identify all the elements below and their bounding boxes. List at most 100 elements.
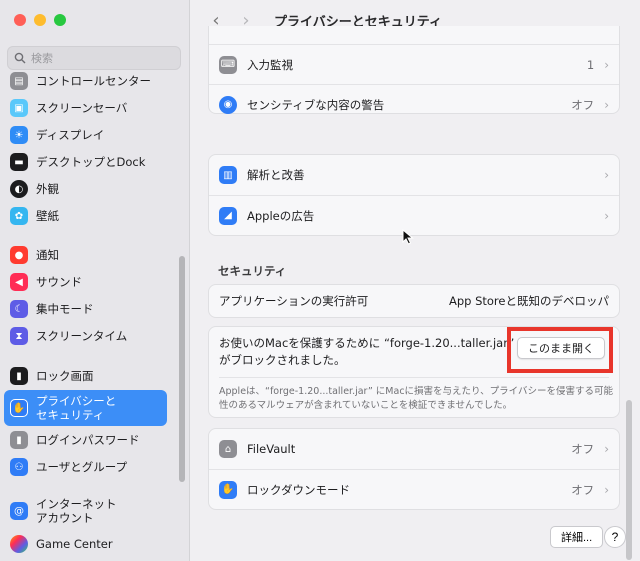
screensaver-icon: ▣ bbox=[10, 99, 28, 117]
game-center-icon bbox=[10, 535, 28, 553]
sidebar-item-label: 壁紙 bbox=[36, 209, 59, 223]
chevron-right-icon: › bbox=[604, 442, 609, 456]
security-card-blocked-app: お使いのMacを保護するために “forge-1.20...taller.jar… bbox=[208, 326, 620, 418]
at-icon: @ bbox=[10, 502, 28, 520]
privacy-card-input: ⌨ 入力監視 1 › ◉ センシティブな内容の警告 オフ › bbox=[208, 26, 620, 114]
privacy-card-analytics: ▥ 解析と改善 › ◢ Appleの広告 › bbox=[208, 154, 620, 236]
sidebar-item-notifications[interactable]: ● 通知 bbox=[4, 245, 167, 265]
sidebar-item-label-line2: アカウント bbox=[36, 511, 94, 525]
lock-icon: ▮ bbox=[10, 367, 28, 385]
sidebar-item-label-line1: プライバシーと bbox=[36, 394, 117, 408]
keyboard-icon: ⌨ bbox=[219, 55, 237, 74]
details-button[interactable]: 詳細... bbox=[550, 526, 604, 548]
screen-time-icon: ⧗ bbox=[10, 327, 28, 345]
sidebar-item-label: インターネット アカウント bbox=[36, 497, 117, 525]
blocked-note: Appleは、“forge-1.20...taller.jar” にMacに損害… bbox=[219, 386, 613, 411]
sidebar-item-label: ディスプレイ bbox=[36, 128, 105, 142]
sidebar: ▤ コントロールセンター ▣ スクリーンセーバ ☀ ディスプレイ ▬ デスクトッ… bbox=[0, 0, 190, 561]
filevault-icon: ⌂ bbox=[219, 440, 237, 458]
focus-icon: ☾ bbox=[10, 300, 28, 318]
search-field[interactable] bbox=[7, 46, 181, 70]
appearance-icon: ◐ bbox=[10, 180, 28, 198]
security-row-filevault[interactable]: ⌂ FileVault オフ › bbox=[209, 429, 619, 469]
sidebar-item-appearance[interactable]: ◐ 外観 bbox=[4, 179, 167, 199]
chevron-right-icon: › bbox=[604, 482, 609, 497]
divider bbox=[219, 377, 609, 378]
users-icon: ⚇ bbox=[10, 458, 28, 476]
app-permission-select[interactable]: App Storeと既知のデベロッパ bbox=[449, 293, 609, 309]
main-scrollbar[interactable] bbox=[626, 400, 632, 560]
sidebar-item-login-password[interactable]: ▮ ログインパスワード bbox=[4, 430, 167, 450]
sidebar-item-label: スクリーンセーバ bbox=[36, 101, 128, 115]
privacy-row-partial bbox=[209, 26, 619, 44]
sidebar-item-label: デスクトップとDock bbox=[36, 155, 146, 169]
eye-warning-icon: ◉ bbox=[219, 95, 237, 114]
password-lock-icon: ▮ bbox=[10, 431, 28, 449]
sidebar-item-label: 集中モード bbox=[36, 302, 94, 316]
sidebar-scrollbar[interactable] bbox=[179, 256, 185, 482]
sidebar-item-label: コントロールセンター bbox=[36, 74, 151, 88]
sidebar-item-label: Game Center bbox=[36, 537, 113, 551]
mouse-cursor-icon bbox=[402, 229, 414, 245]
sidebar-item-control-center[interactable]: ▤ コントロールセンター bbox=[4, 72, 167, 90]
sidebar-item-focus[interactable]: ☾ 集中モード bbox=[4, 299, 167, 319]
sidebar-item-label: 外観 bbox=[36, 182, 59, 196]
minimize-button[interactable] bbox=[34, 14, 46, 26]
sidebar-item-privacy-security[interactable]: ✋ プライバシーと セキュリティ bbox=[4, 390, 167, 426]
row-value: オフ bbox=[571, 442, 595, 456]
privacy-row-input-monitoring[interactable]: ⌨ 入力監視 1 › bbox=[209, 44, 619, 84]
dock-icon: ▬ bbox=[10, 153, 28, 171]
row-label: Appleの広告 bbox=[247, 208, 315, 223]
zoom-button[interactable] bbox=[54, 14, 66, 26]
sidebar-item-internet-accounts[interactable]: @ インターネット アカウント bbox=[4, 495, 167, 527]
sidebar-item-desktop-dock[interactable]: ▬ デスクトップとDock bbox=[4, 152, 167, 172]
sidebar-item-label: プライバシーと セキュリティ bbox=[36, 394, 116, 422]
row-value: オフ bbox=[571, 97, 595, 112]
row-label: FileVault bbox=[247, 442, 296, 456]
chevron-right-icon: › bbox=[604, 208, 609, 223]
hand-icon: ✋ bbox=[219, 480, 237, 499]
security-row-lockdown[interactable]: ✋ ロックダウンモード オフ › bbox=[209, 469, 619, 509]
sidebar-item-game-center[interactable]: Game Center bbox=[4, 534, 167, 554]
highlight-box bbox=[507, 327, 613, 373]
security-card-filevault: ⌂ FileVault オフ › ✋ ロックダウンモード オフ › bbox=[208, 428, 620, 510]
sidebar-item-sound[interactable]: ◀ サウンド bbox=[4, 272, 167, 292]
sidebar-item-label-line2: セキュリティ bbox=[36, 408, 105, 422]
security-card-app-permission: アプリケーションの実行許可 App Storeと既知のデベロッパ bbox=[208, 284, 620, 318]
blocked-message: お使いのMacを保護するために “forge-1.20...taller.jar… bbox=[219, 336, 515, 367]
sidebar-item-display[interactable]: ☀ ディスプレイ bbox=[4, 125, 167, 145]
hand-icon: ✋ bbox=[10, 399, 28, 417]
help-button[interactable]: ? bbox=[604, 526, 626, 548]
app-permission-row: アプリケーションの実行許可 App Storeと既知のデベロッパ bbox=[209, 285, 619, 317]
sidebar-item-screensaver[interactable]: ▣ スクリーンセーバ bbox=[4, 98, 167, 118]
window-controls bbox=[14, 14, 66, 26]
search-input[interactable] bbox=[31, 51, 171, 65]
search-icon bbox=[14, 52, 26, 64]
sidebar-item-label: ログインパスワード bbox=[36, 433, 140, 447]
privacy-row-sensitive-content[interactable]: ◉ センシティブな内容の警告 オフ › bbox=[209, 84, 619, 124]
row-label: ロックダウンモード bbox=[247, 482, 351, 497]
sidebar-item-users-groups[interactable]: ⚇ ユーザとグループ bbox=[4, 457, 167, 477]
row-label: センシティブな内容の警告 bbox=[247, 97, 385, 112]
megaphone-icon: ◢ bbox=[219, 206, 237, 225]
sidebar-item-label: ユーザとグループ bbox=[36, 460, 128, 474]
sidebar-item-label: スクリーンタイム bbox=[36, 329, 128, 343]
notification-icon: ● bbox=[10, 246, 28, 264]
sidebar-item-wallpaper[interactable]: ✿ 壁紙 bbox=[4, 206, 167, 226]
display-icon: ☀ bbox=[10, 126, 28, 144]
security-section-title: セキュリティ bbox=[218, 264, 287, 278]
row-value: オフ bbox=[571, 482, 595, 497]
row-label: 入力監視 bbox=[247, 57, 293, 72]
sidebar-item-screen-time[interactable]: ⧗ スクリーンタイム bbox=[4, 326, 167, 346]
control-center-icon: ▤ bbox=[10, 72, 28, 90]
row-value: 1 bbox=[586, 57, 595, 72]
privacy-row-analytics[interactable]: ▥ 解析と改善 › bbox=[209, 155, 619, 195]
app-permission-label: アプリケーションの実行許可 bbox=[219, 294, 369, 308]
sidebar-item-lock-screen[interactable]: ▮ ロック画面 bbox=[4, 366, 167, 386]
chart-icon: ▥ bbox=[219, 166, 237, 184]
sidebar-item-label: ロック画面 bbox=[36, 369, 94, 383]
privacy-row-apple-ads[interactable]: ◢ Appleの広告 › bbox=[209, 195, 619, 235]
close-button[interactable] bbox=[14, 14, 26, 26]
settings-window: ▤ コントロールセンター ▣ スクリーンセーバ ☀ ディスプレイ ▬ デスクトッ… bbox=[0, 0, 640, 561]
chevron-right-icon: › bbox=[604, 97, 609, 112]
